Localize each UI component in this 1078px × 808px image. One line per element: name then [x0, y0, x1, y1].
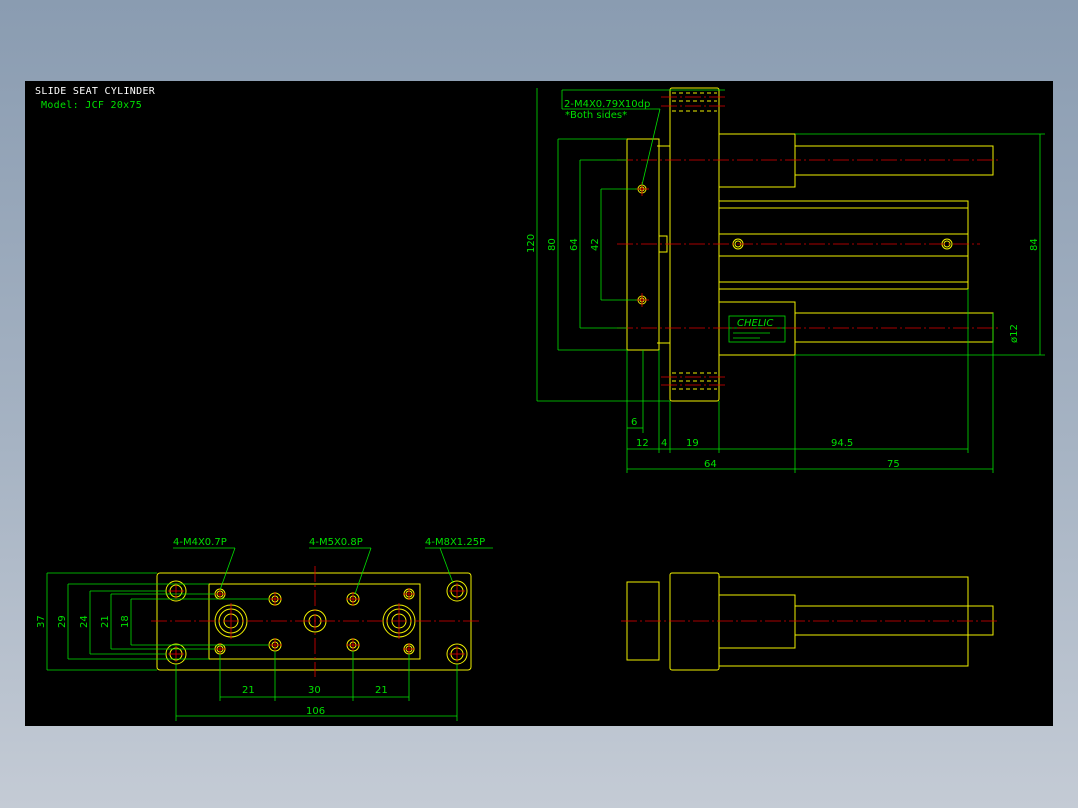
- callout-m8: 4-M8X1.25P: [425, 537, 485, 548]
- drawing-viewport[interactable]: SLIDE SEAT CYLINDER Model: JCF 20x75 .g …: [25, 81, 1053, 726]
- thread-callout-side: 2-M4X0.79X10dp: [564, 99, 650, 110]
- dim-84: 84: [1029, 238, 1040, 251]
- dim-30: 30: [308, 685, 321, 696]
- dim-75: 75: [887, 459, 900, 470]
- chelic-logo: CHELIC: [737, 318, 773, 329]
- dim-106: 106: [306, 706, 325, 717]
- front-view: 4-M4X0.7P 4-M5X0.8P 4-M8X1.25P 37 29 24 …: [36, 537, 493, 721]
- both-sides-note: *Both sides*: [565, 110, 627, 121]
- dim-120: 120: [526, 234, 537, 253]
- dim-37: 37: [36, 615, 47, 628]
- dim-29: 29: [57, 615, 68, 628]
- callout-m5: 4-M5X0.8P: [309, 537, 363, 548]
- dim-21-vertical: 21: [100, 615, 111, 628]
- dim-21-b: 21: [375, 685, 388, 696]
- dim-21-a: 21: [242, 685, 255, 696]
- dim-24: 24: [79, 615, 90, 628]
- side-view: CHELIC 2-M4X0.79X10dp *Both sides* 120 8…: [526, 87, 1045, 473]
- dim-64-horizontal: 64: [704, 459, 717, 470]
- dim-6: 6: [631, 417, 637, 428]
- top-view: [621, 572, 1000, 671]
- dim-64-vertical: 64: [569, 238, 580, 251]
- dim-19: 19: [686, 438, 699, 449]
- dim-4: 4: [661, 438, 667, 449]
- callout-m4: 4-M4X0.7P: [173, 537, 227, 548]
- dim-dia-12: ø12: [1009, 324, 1020, 343]
- dim-94-5: 94.5: [831, 438, 853, 449]
- dim-42: 42: [590, 238, 601, 251]
- cad-drawing: .g { stroke: #f0f000; stroke-width: 1; f…: [36, 87, 1045, 721]
- dim-12: 12: [636, 438, 649, 449]
- dim-18: 18: [120, 615, 131, 628]
- dim-80: 80: [547, 238, 558, 251]
